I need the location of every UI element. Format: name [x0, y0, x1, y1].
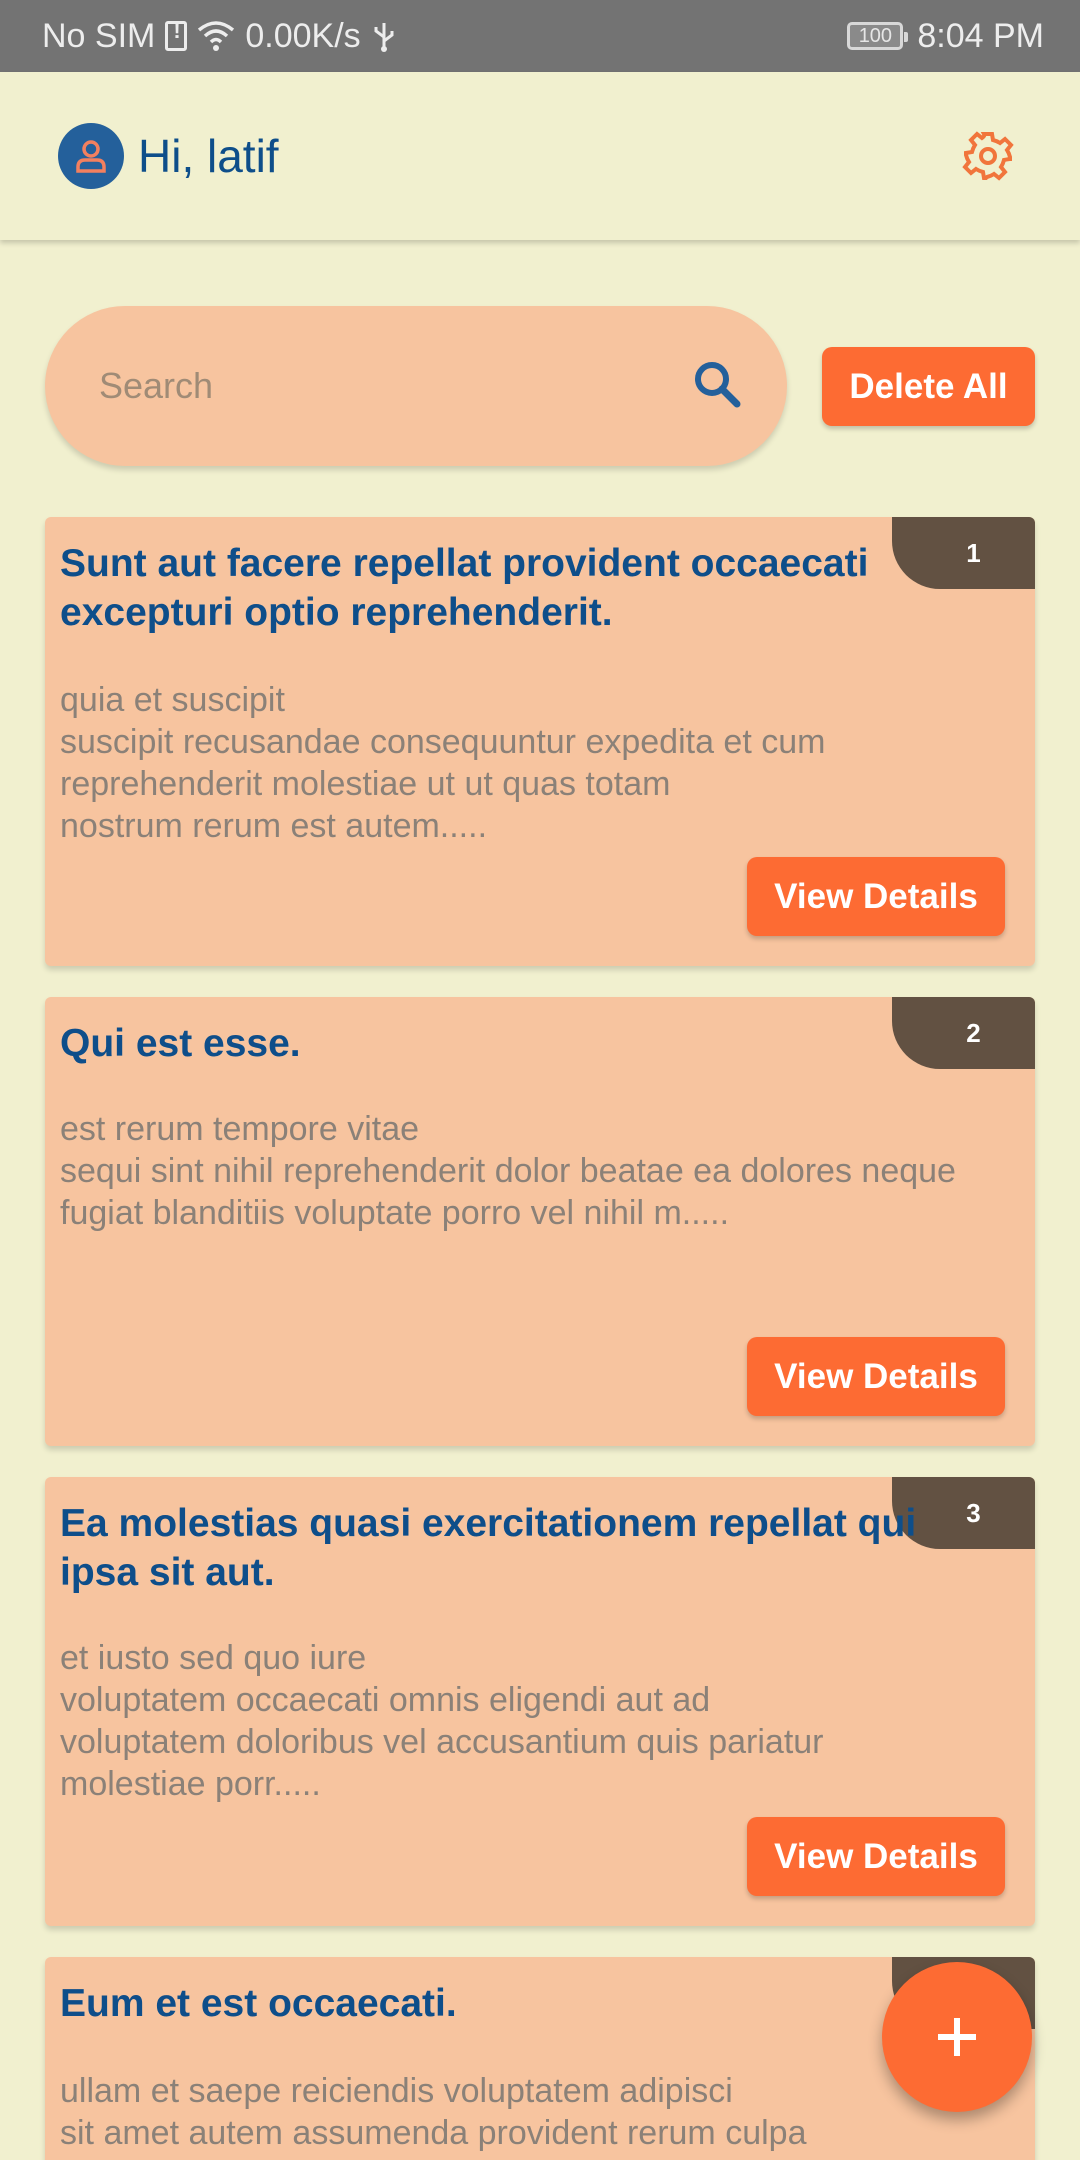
carrier-label: No SIM	[42, 16, 156, 55]
post-body: ullam et saepe reiciendis voluptatem adi…	[60, 2072, 807, 2152]
usb-icon	[371, 19, 397, 53]
gear-icon[interactable]	[960, 128, 1016, 184]
post-title: Sunt aut facere repellat provident occae…	[60, 542, 869, 634]
battery-level: 100	[858, 24, 893, 47]
network-speed: 0.00K/s	[245, 16, 361, 55]
delete-all-button[interactable]: Delete All	[822, 347, 1035, 426]
search-bar	[45, 306, 787, 466]
person-icon[interactable]	[58, 123, 124, 189]
post-title: Ea molestias quasi exercitationem repell…	[60, 1502, 917, 1594]
post-body: est rerum tempore vitae sequi sint nihil…	[60, 1110, 956, 1232]
post-body: quia et suscipit suscipit recusandae con…	[60, 681, 826, 845]
post-body: et iusto sed quo iure voluptatem occaeca…	[60, 1639, 824, 1803]
sim-alert-icon	[165, 18, 188, 51]
post-title: Qui est esse.	[60, 1022, 301, 1065]
view-details-button[interactable]: View Details	[747, 1337, 1005, 1416]
post-title: Eum et est occaecati.	[60, 1982, 457, 2025]
app-bar: Hi, latif	[0, 72, 1080, 240]
search-input[interactable]	[99, 365, 692, 407]
battery-icon: 100	[847, 22, 909, 50]
wifi-icon	[197, 20, 235, 52]
view-details-button[interactable]: View Details	[747, 1817, 1005, 1896]
post-card: 1 Sunt aut facere repellat provident occ…	[45, 517, 1035, 966]
status-bar: No SIM 0.00K/s 100 8:04 PM	[0, 0, 1080, 72]
greeting-title: Hi, latif	[138, 130, 279, 182]
post-card: 3 Ea molestias quasi exercitationem repe…	[45, 1477, 1035, 1926]
clock: 8:04 PM	[917, 16, 1044, 55]
search-icon[interactable]	[692, 359, 742, 414]
post-card: 2 Qui est esse. est rerum tempore vitae …	[45, 997, 1035, 1446]
plus-icon	[938, 2018, 976, 2056]
view-details-button[interactable]: View Details	[747, 857, 1005, 936]
add-post-button[interactable]	[882, 1962, 1032, 2112]
